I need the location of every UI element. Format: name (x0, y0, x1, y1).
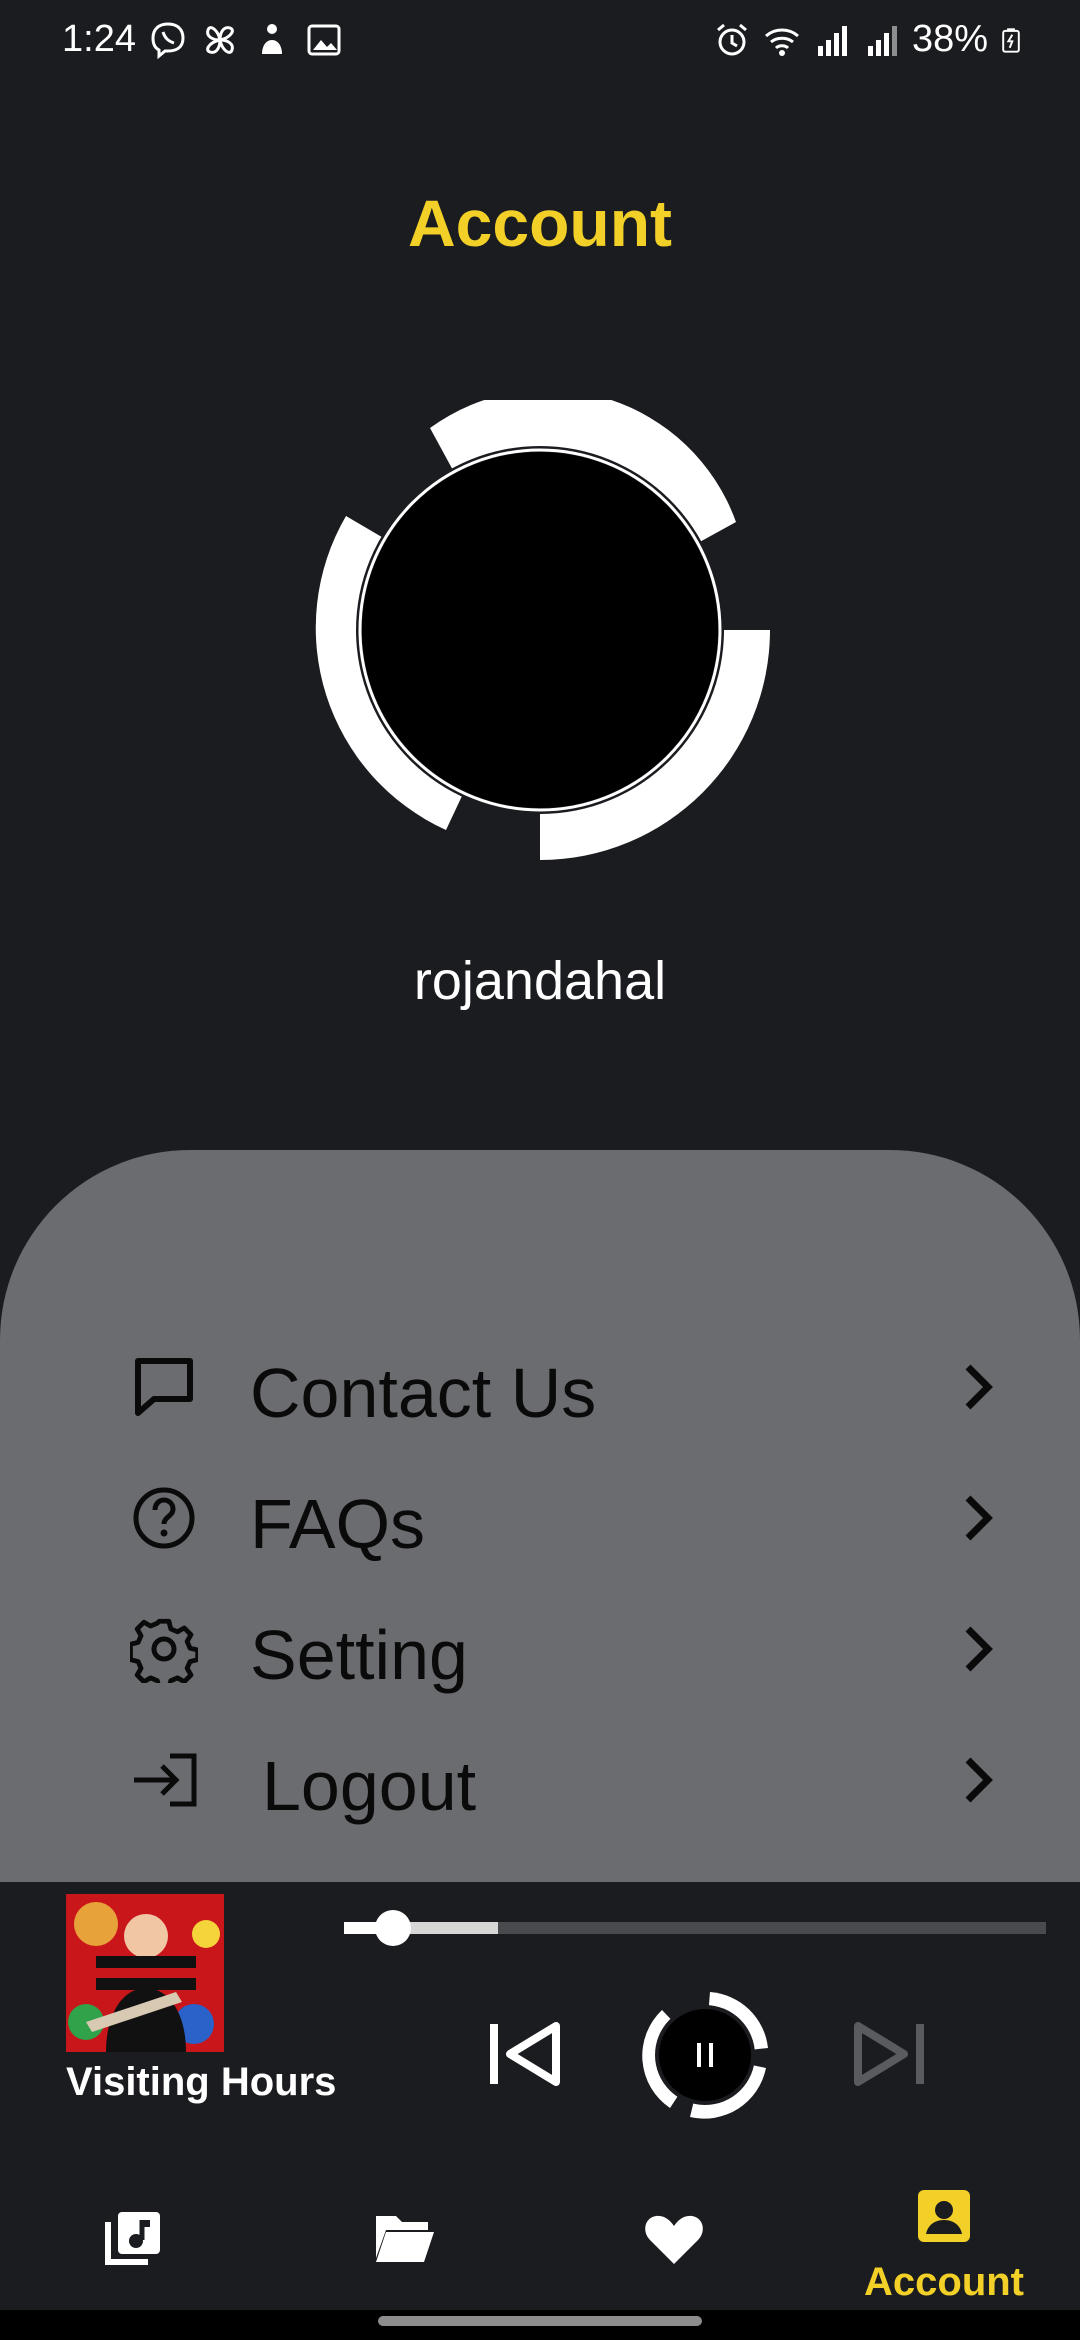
chat-bubble-icon (135, 1358, 193, 1416)
image-icon (307, 24, 341, 56)
status-right-icons: 38% (712, 18, 1024, 61)
chevron-right-icon (965, 1364, 993, 1410)
next-track-button[interactable] (846, 2012, 930, 2096)
figure-icon (262, 24, 282, 54)
album-art[interactable] (66, 1894, 224, 2052)
nav-account[interactable]: Account (834, 2170, 1054, 2310)
menu-item-setting[interactable]: Setting (0, 1589, 1080, 1709)
nav-folders[interactable] (294, 2170, 514, 2310)
alarm-icon (716, 23, 747, 55)
menu-item-label: FAQs (250, 1485, 426, 1563)
chevron-right-icon (965, 1626, 993, 1672)
mini-player: Visiting Hours (0, 1882, 1080, 2170)
bottom-navigation: Account (0, 2170, 1080, 2310)
music-library-icon (105, 2212, 160, 2265)
status-bar: 1:24 38% (0, 0, 1080, 80)
avatar[interactable] (310, 400, 770, 860)
battery-charging-icon (1002, 27, 1020, 53)
viber-icon (151, 22, 185, 60)
heart-icon (645, 2215, 703, 2264)
logout-icon (134, 1753, 197, 1807)
battery-percent: 38% (911, 18, 988, 60)
menu-item-label: Contact Us (250, 1354, 597, 1432)
nav-account-label: Account (864, 2260, 1024, 2304)
signal-icon (867, 25, 897, 56)
menu-item-logout[interactable]: Logout (0, 1720, 1080, 1840)
page-title: Account (408, 186, 672, 260)
account-menu-panel: Contact Us FAQs Setting Logout (0, 1150, 1080, 1882)
gesture-bar (0, 2310, 1080, 2340)
wifi-icon (764, 28, 799, 56)
chevron-right-icon (965, 1495, 993, 1541)
progress-thumb[interactable] (375, 1910, 412, 1946)
menu-item-label: Setting (250, 1616, 468, 1694)
playback-progress-slider[interactable] (344, 1910, 1046, 1946)
pause-button[interactable] (640, 1990, 770, 2120)
previous-track-button[interactable] (484, 2012, 568, 2096)
status-left-icons (148, 20, 344, 60)
account-icon (918, 2190, 970, 2242)
chevron-right-icon (965, 1757, 993, 1803)
folder-icon (376, 2216, 434, 2262)
nav-favorites[interactable] (564, 2170, 784, 2310)
menu-item-faqs[interactable]: FAQs (0, 1458, 1080, 1578)
track-title: Visiting Hours (66, 2060, 337, 2104)
username: rojandahal (413, 951, 667, 1011)
pinwheel-icon (206, 26, 234, 54)
menu-item-contact-us[interactable]: Contact Us (0, 1327, 1080, 1447)
gear-icon (130, 1618, 198, 1683)
status-time: 1:24 (62, 18, 136, 60)
signal-icon (817, 25, 847, 56)
question-circle-icon (133, 1487, 195, 1549)
nav-music-library[interactable] (24, 2170, 244, 2310)
menu-item-label: Logout (262, 1747, 477, 1825)
home-indicator[interactable] (378, 2316, 702, 2326)
